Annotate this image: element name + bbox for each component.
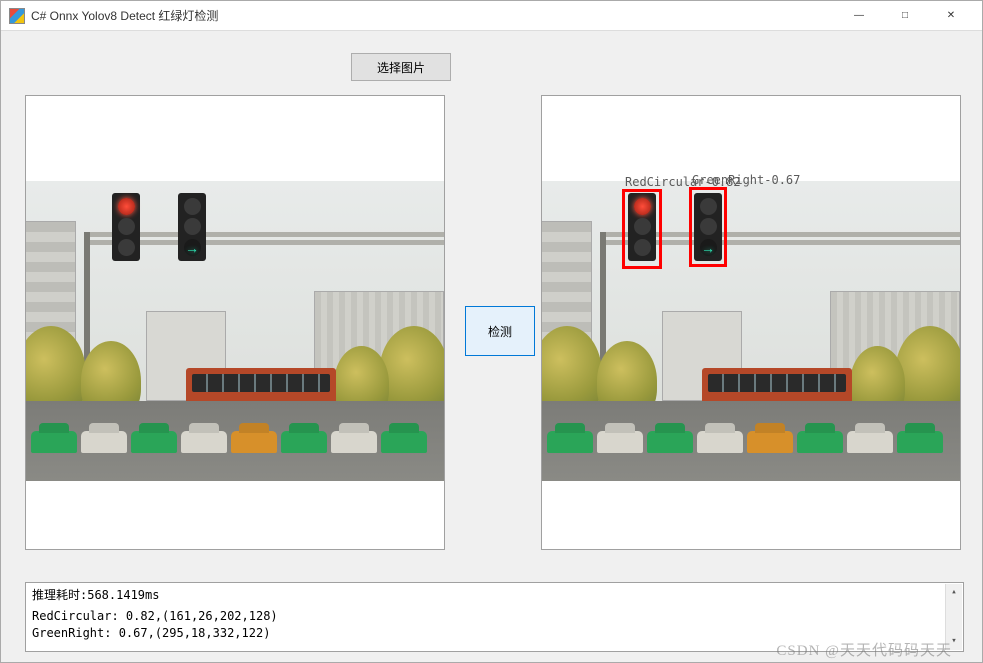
minimize-icon: —: [854, 10, 864, 21]
titlebar[interactable]: C# Onnx Yolov8 Detect 红绿灯检测 — □ ✕: [1, 1, 982, 31]
app-icon: [9, 8, 25, 24]
close-icon: ✕: [947, 10, 955, 21]
close-button[interactable]: ✕: [928, 1, 974, 31]
traffic-light-arrow: →: [178, 193, 206, 261]
select-image-button[interactable]: 选择图片: [351, 53, 451, 81]
scroll-up-icon[interactable]: ▴: [946, 584, 962, 601]
output-line: RedCircular: 0.82,(161,26,202,128): [32, 608, 957, 625]
result-image-panel: → RedCircular-0.82 GreenRight-0.67: [541, 95, 961, 550]
maximize-button[interactable]: □: [882, 1, 928, 31]
result-image: →: [542, 181, 960, 481]
window-title: C# Onnx Yolov8 Detect 红绿灯检测: [31, 7, 218, 24]
detect-button[interactable]: 检测: [465, 306, 535, 356]
output-textbox[interactable]: 推理耗时:568.1419ms RedCircular: 0.82,(161,2…: [25, 582, 964, 652]
detection-bbox: GreenRight-0.67: [689, 187, 727, 267]
detection-bbox: RedCircular-0.82: [622, 189, 662, 269]
app-window: C# Onnx Yolov8 Detect 红绿灯检测 — □ ✕ 选择图片 →: [0, 0, 983, 663]
output-line: 推理耗时:568.1419ms: [32, 587, 957, 604]
client-area: 选择图片 → 检测: [1, 31, 982, 662]
scroll-down-icon[interactable]: ▾: [946, 633, 962, 650]
detection-label: GreenRight-0.67: [692, 173, 800, 187]
maximize-icon: □: [902, 10, 908, 21]
output-line: GreenRight: 0.67,(295,18,332,122): [32, 625, 957, 642]
minimize-button[interactable]: —: [836, 1, 882, 31]
source-image-panel: →: [25, 95, 445, 550]
scrollbar[interactable]: ▴ ▾: [945, 584, 962, 650]
source-image: →: [26, 181, 444, 481]
traffic-light-red: [112, 193, 140, 261]
